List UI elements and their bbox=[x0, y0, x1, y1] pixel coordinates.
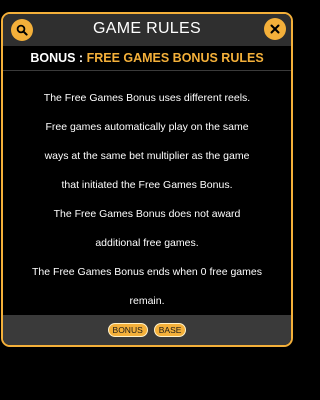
rules-line: additional free games. bbox=[95, 237, 199, 249]
rules-line: that initiated the Free Games Bonus. bbox=[61, 179, 233, 191]
footer-nav: BONUS BASE bbox=[3, 315, 291, 345]
close-icon bbox=[270, 24, 280, 34]
rules-text: The Free Games Bonus uses different reel… bbox=[7, 84, 287, 316]
section-prefix: BONUS : bbox=[30, 51, 87, 65]
close-button[interactable] bbox=[264, 18, 286, 40]
tab-bonus[interactable]: BONUS bbox=[107, 323, 148, 337]
section-heading: BONUS : FREE GAMES BONUS RULES bbox=[3, 51, 291, 65]
rules-line: ways at the same bet multiplier as the g… bbox=[44, 150, 250, 162]
rules-line: The Free Games Bonus uses different reel… bbox=[43, 92, 251, 104]
divider bbox=[3, 70, 291, 71]
page-title: GAME RULES bbox=[93, 20, 201, 37]
rules-line: The Free Games Bonus ends when 0 free ga… bbox=[32, 266, 262, 278]
rules-line: remain. bbox=[129, 295, 165, 307]
rules-line: The Free Games Bonus does not award bbox=[53, 208, 241, 220]
tab-base[interactable]: BASE bbox=[153, 323, 187, 337]
panel-header: GAME RULES bbox=[3, 14, 291, 46]
section-title: FREE GAMES BONUS RULES bbox=[86, 51, 264, 65]
rules-line: Free games automatically play on the sam… bbox=[45, 121, 249, 133]
rules-panel: GAME RULES BONUS : FREE GAMES BONUS RULE… bbox=[1, 12, 293, 347]
